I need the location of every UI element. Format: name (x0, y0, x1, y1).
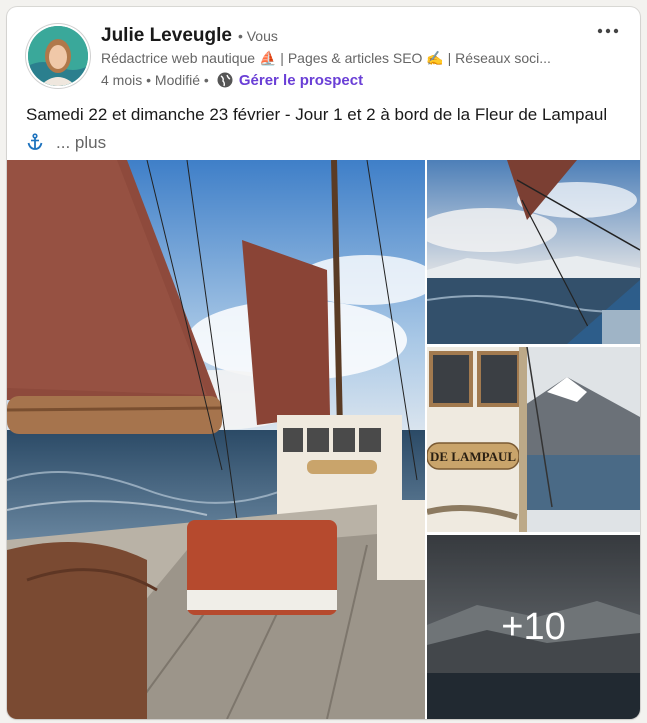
sail-sea-photo[interactable] (427, 160, 640, 344)
author-avatar[interactable] (28, 26, 88, 86)
image-gallery: DE LAMPAUL +10 (7, 160, 640, 719)
extra-photos-count: +10 (427, 535, 640, 719)
globe-icon (217, 72, 233, 88)
post-card: Julie Leveugle • Vous Rédactrice web nau… (7, 7, 640, 719)
more-options-button[interactable] (592, 19, 624, 43)
post-text: Samedi 22 et dimanche 23 février - Jour … (26, 101, 626, 157)
post-timestamp: 4 mois • Modifié • (101, 72, 209, 88)
anchor-icon (26, 132, 44, 150)
author-headline: Rédactrice web nautique ⛵ | Pages & arti… (101, 50, 551, 66)
wheelhouse-photo[interactable]: DE LAMPAUL (427, 347, 640, 532)
post-body: Samedi 22 et dimanche 23 février - Jour … (26, 105, 608, 124)
more-horizontal-icon (597, 28, 619, 34)
main-deck-photo[interactable] (7, 160, 425, 719)
more-photos-tile[interactable]: +10 (427, 535, 640, 719)
author-name[interactable]: Julie Leveugle (101, 25, 232, 47)
author-name-row: Julie Leveugle • Vous (101, 25, 278, 49)
manage-prospect-link[interactable]: Gérer le prospect (239, 72, 363, 89)
connection-degree: • Vous (237, 28, 278, 44)
avatar-photo (28, 26, 88, 86)
boat-name-plate: DE LAMPAUL (430, 449, 516, 464)
see-more-link[interactable]: ... plus (56, 133, 106, 152)
post-meta: 4 mois • Modifié • Gérer le prospect (101, 70, 363, 90)
